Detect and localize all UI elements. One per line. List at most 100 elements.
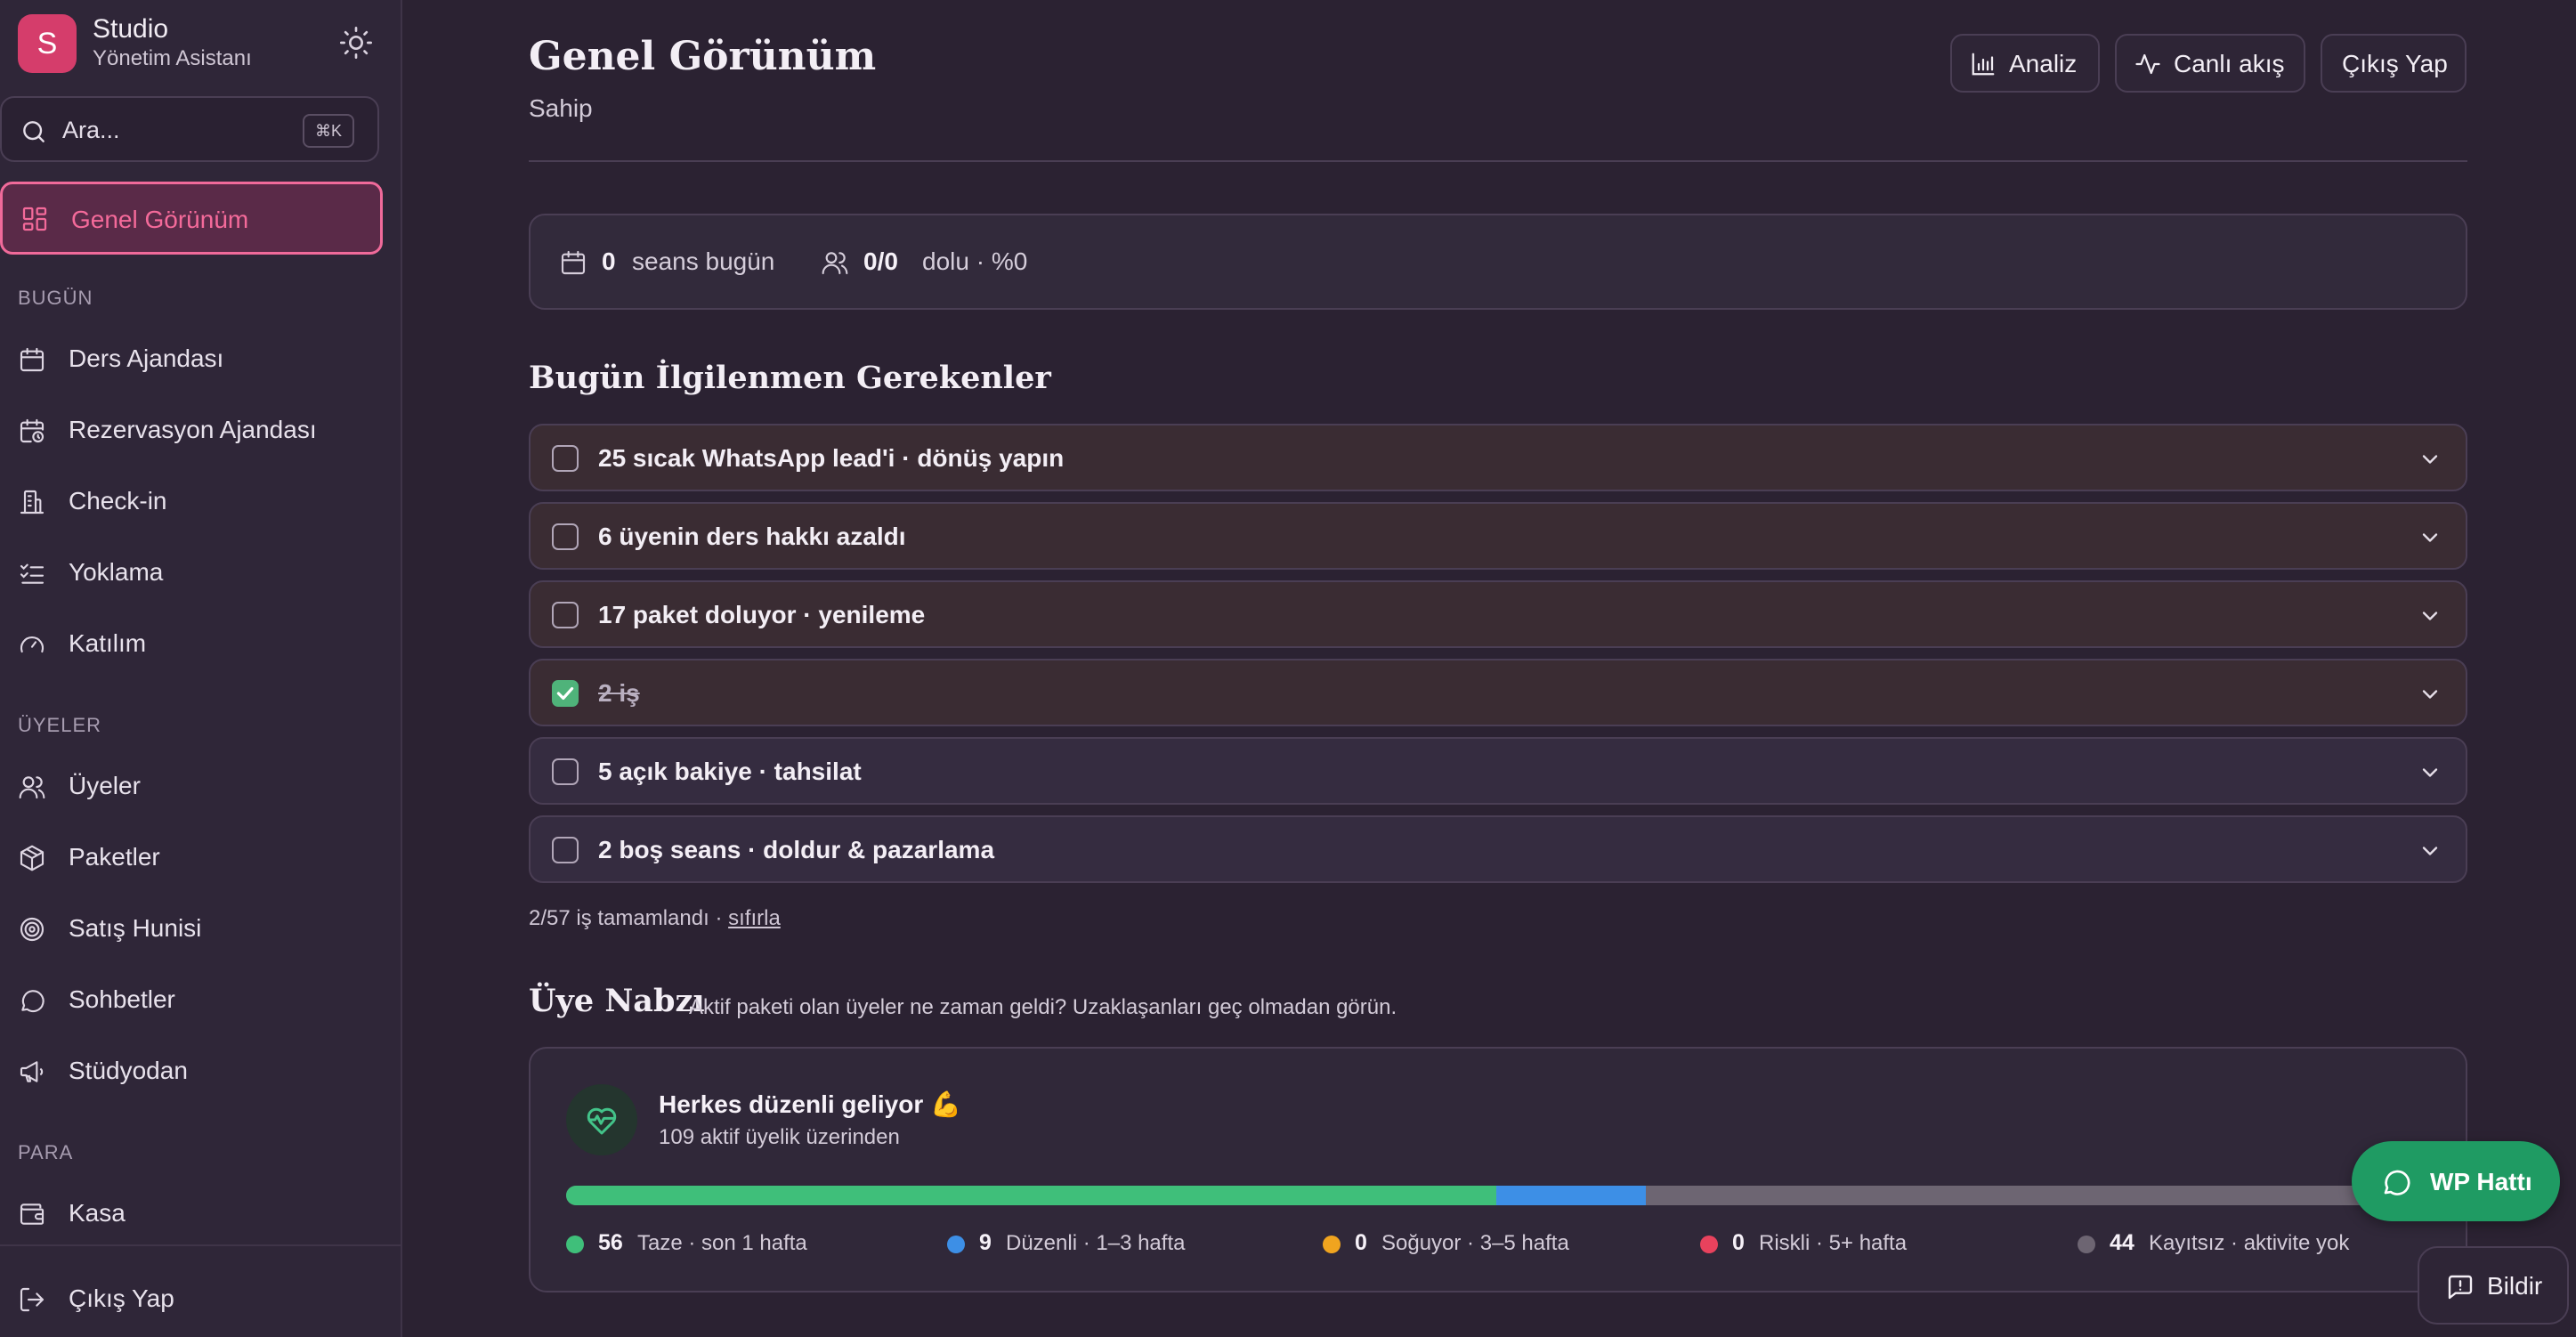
sidebar-item-label: Stüdyodan [69,1057,188,1084]
sidebar-item-label: Check-in [69,487,167,515]
report-button-label: Bildir [2487,1272,2543,1300]
legend-label: Düzenli · 1–3 hafta [1006,1231,1186,1255]
whatsapp-line-button[interactable]: WP Hattı [2352,1141,2560,1221]
search-shortcut: ⌘K [302,114,354,148]
task-checkbox[interactable] [552,758,579,785]
cikis-yap-button-label: Çıkış Yap [2342,50,2448,77]
whatsapp-line-label: WP Hattı [2430,1168,2532,1195]
chevron-down-icon[interactable] [2418,525,2442,550]
sidebar-item-ders-ajandasi[interactable]: Ders Ajandası [0,328,392,391]
task-item[interactable]: 2 boş seans · doldur & pazarlama [529,815,2467,883]
gauge-icon [18,630,46,659]
sidebar-section-uyeler: ÜYELER [18,714,102,736]
task-item[interactable]: 6 üyenin ders hakkı azaldı [529,502,2467,570]
activity-icon [2135,51,2161,77]
chevron-down-icon[interactable] [2418,447,2442,472]
search-input[interactable] [62,112,294,148]
task-checkbox[interactable] [552,837,579,863]
reset-link[interactable]: sıfırla [728,906,781,930]
brand-logo: S [18,14,77,73]
sidebar-logout[interactable]: Çıkış Yap [0,1268,392,1331]
legend-count: 0 [1732,1230,1745,1255]
sidebar-item-kasa[interactable]: Kasa [0,1183,392,1245]
analiz-button-label: Analiz [2009,50,2078,77]
whatsapp-icon [2380,1166,2412,1198]
building-icon [18,488,46,516]
sidebar-item-yoklama[interactable]: Yoklama [0,542,392,604]
task-item[interactable]: 17 paket doluyor · yenileme [529,580,2467,648]
calendar-icon [559,248,587,277]
page-subtitle: Sahip [529,94,593,122]
legend-count: 56 [598,1230,623,1255]
sidebar-item-label: Üyeler [69,772,141,799]
today-stats-card: 0 seans bugün 0/0 dolu · %0 [529,214,2467,310]
users-icon [18,773,46,801]
occupancy-value: 0/0 [863,247,898,275]
legend-dot [1700,1236,1718,1253]
chevron-down-icon[interactable] [2418,839,2442,863]
task-label: 6 üyenin ders hakkı azaldı [598,523,906,550]
task-checkbox[interactable] [552,445,579,472]
sidebar-item-rezervasyon-ajandasi[interactable]: Rezervasyon Ajandası [0,400,392,462]
brand-title: Studio [93,14,169,44]
bar-chart-icon [1970,51,1997,77]
logout-icon [18,1285,46,1314]
sidebar-item-label: Sohbetler [69,985,175,1013]
legend-dot [566,1236,584,1253]
legend-count: 9 [979,1230,992,1255]
legend-label: Kayıtsız · aktivite yok [2149,1231,2350,1255]
canli-akis-button[interactable]: Canlı akış [2115,34,2305,93]
legend-count: 44 [2110,1230,2135,1255]
list-check-icon [18,559,46,587]
legend-dot [2078,1236,2095,1253]
task-item[interactable]: 5 açık bakiye · tahsilat [529,737,2467,805]
users-icon [821,248,849,277]
report-button[interactable]: Bildir [2418,1246,2569,1325]
legend-dot [947,1236,965,1253]
calendar-icon [18,345,46,374]
sidebar-item-label: Genel Görünüm [71,206,249,233]
sidebar-item-genel-gorunum[interactable]: Genel Görünüm [0,182,383,255]
task-checkbox-checked[interactable] [552,680,579,707]
pulse-bar-segment [566,1186,1496,1205]
header-divider [529,160,2467,162]
sidebar-item-uyeler[interactable]: Üyeler [0,756,392,818]
search-box[interactable]: ⌘K [0,96,379,162]
sidebar-item-label: Yoklama [69,558,164,586]
megaphone-icon [18,1057,46,1086]
tasks-section-title: Bugün İlgilenmen Gerekenler [529,360,1051,396]
sidebar-item-katilim[interactable]: Katılım [0,613,392,676]
theme-toggle-sun-icon[interactable] [338,25,374,61]
chevron-down-icon[interactable] [2418,760,2442,785]
wallet-icon [18,1200,46,1228]
sidebar-item-sohbetler[interactable]: Sohbetler [0,969,392,1032]
task-label: 25 sıcak WhatsApp lead'i · dönüş yapın [598,444,1065,472]
sidebar-item-satis-hunisi[interactable]: Satış Hunisi [0,898,392,960]
pulse-card-subtitle: 109 aktif üyelik üzerinden [659,1125,900,1149]
chevron-down-icon[interactable] [2418,682,2442,707]
cikis-yap-button[interactable]: Çıkış Yap [2321,34,2467,93]
sidebar-item-check-in[interactable]: Check-in [0,471,392,533]
sidebar-item-label: Rezervasyon Ajandası [69,416,317,443]
task-item-done[interactable]: 2 iş [529,659,2467,726]
pulse-distribution-bar [566,1186,2377,1205]
tasks-progress-text: 2/57 iş tamamlandı · [529,906,729,930]
task-label: 2 boş seans · doldur & pazarlama [598,836,995,863]
pulse-bar-segment [1495,1186,1646,1205]
pulse-description: Aktif paketi olan üyeler ne zaman geldi?… [689,995,1397,1019]
sidebar: S Studio Yönetim Asistanı ⌘K [0,0,402,1337]
task-checkbox[interactable] [552,523,579,550]
sidebar-item-paketler[interactable]: Paketler [0,827,392,889]
sidebar-item-label: Satış Hunisi [69,914,202,942]
canli-akis-button-label: Canlı akış [2174,50,2285,77]
sidebar-item-studyodan[interactable]: Stüdyodan [0,1041,392,1103]
task-checkbox[interactable] [552,602,579,628]
brand[interactable]: S Studio Yönetim Asistanı [16,14,390,77]
brand-subtitle: Yönetim Asistanı [93,46,252,70]
sidebar-logout-label: Çıkış Yap [69,1284,174,1312]
analiz-button[interactable]: Analiz [1950,34,2100,93]
task-item[interactable]: 25 sıcak WhatsApp lead'i · dönüş yapın [529,424,2467,491]
chevron-down-icon[interactable] [2418,604,2442,628]
legend-label: Taze · son 1 hafta [637,1231,807,1255]
package-icon [18,844,46,872]
